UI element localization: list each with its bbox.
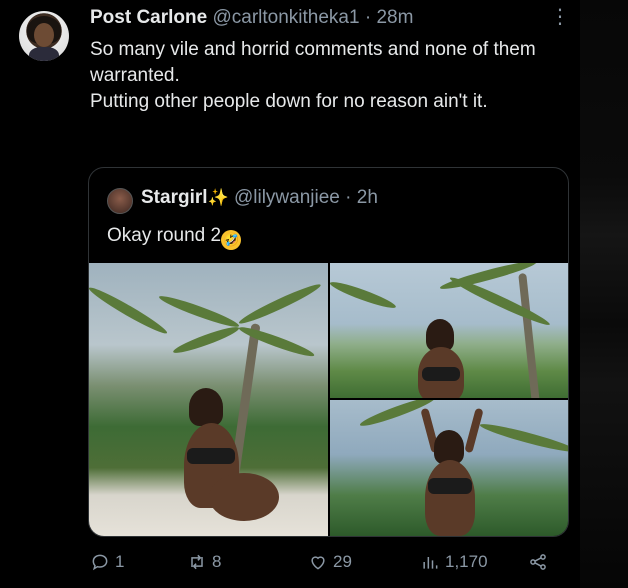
person-arm bbox=[464, 407, 484, 454]
like-icon bbox=[311, 556, 325, 570]
share-button[interactable] bbox=[528, 552, 548, 572]
quoted-tweet-header: Stargirl✨ @lilywanjiee · 2h bbox=[141, 187, 378, 209]
retweet-count: 8 bbox=[212, 552, 222, 571]
avatar-face bbox=[34, 23, 54, 47]
sparkles-icon: ✨ bbox=[207, 188, 229, 207]
quoted-tweet[interactable]: Stargirl✨ @lilywanjiee · 2h Okay round 2… bbox=[88, 167, 569, 537]
quoted-author-avatar[interactable] bbox=[107, 188, 133, 214]
avatar-body bbox=[29, 47, 59, 61]
palm-frond bbox=[478, 420, 568, 456]
photo-3[interactable] bbox=[330, 400, 568, 536]
tweet-header: Post Carlone @carltonkitheka1 · 28m bbox=[90, 7, 413, 29]
reply-button[interactable]: 1 bbox=[90, 552, 124, 572]
reply-count: 1 bbox=[115, 552, 125, 571]
like-button[interactable]: 29 bbox=[308, 552, 352, 572]
share-icon bbox=[530, 554, 546, 570]
tweet-text-line1: So many vile and horrid comments and non… bbox=[90, 39, 536, 86]
action-bar: 1 8 29 1,170 bbox=[90, 552, 560, 578]
quoted-text: Okay round 2 bbox=[107, 225, 222, 246]
like-count: 29 bbox=[333, 552, 352, 571]
palm-frond bbox=[171, 323, 241, 357]
palm-trunk bbox=[518, 272, 540, 398]
palm-frond bbox=[330, 278, 398, 312]
quoted-author-name[interactable]: Stargirl bbox=[141, 187, 208, 208]
photo-2[interactable] bbox=[330, 263, 568, 398]
photo-grid bbox=[89, 263, 568, 536]
person-hips bbox=[209, 473, 279, 521]
palm-frond bbox=[157, 292, 241, 331]
author-handle[interactable]: @carltonkitheka1 bbox=[212, 7, 359, 28]
quoted-tweet-time[interactable]: 2h bbox=[357, 187, 378, 208]
views-count: 1,170 bbox=[445, 552, 488, 571]
palm-frond bbox=[89, 283, 170, 338]
separator-dot: · bbox=[345, 187, 352, 208]
views-icon bbox=[423, 557, 438, 569]
views-button[interactable]: 1,170 bbox=[420, 552, 488, 572]
bikini-top bbox=[422, 367, 460, 381]
person-head bbox=[434, 430, 464, 464]
tweet-text: So many vile and horrid comments and non… bbox=[90, 37, 570, 115]
person-body bbox=[425, 460, 475, 536]
reply-icon bbox=[92, 554, 108, 571]
photo-1[interactable] bbox=[89, 263, 328, 536]
background-strip bbox=[580, 0, 628, 588]
tweet-time[interactable]: 28m bbox=[376, 7, 413, 28]
retweet-icon bbox=[191, 554, 203, 570]
palm-frond bbox=[447, 273, 552, 330]
separator-dot: · bbox=[364, 7, 372, 28]
quoted-author-handle[interactable]: @lilywanjiee bbox=[234, 187, 340, 208]
person-head bbox=[189, 388, 223, 426]
rolling-laughing-emoji-icon: 🤣 bbox=[221, 230, 242, 250]
more-options-icon[interactable]: ⋮ bbox=[550, 4, 570, 29]
quoted-tweet-text: Okay round 2 🤣 bbox=[107, 225, 242, 250]
retweet-button[interactable]: 8 bbox=[187, 552, 221, 572]
tweet-text-line2: Putting other people down for no reason … bbox=[90, 91, 488, 112]
author-avatar[interactable] bbox=[19, 11, 69, 61]
bikini-top bbox=[187, 448, 235, 464]
palm-frond bbox=[236, 280, 323, 328]
bikini-top bbox=[428, 478, 472, 494]
author-name[interactable]: Post Carlone bbox=[90, 7, 207, 28]
